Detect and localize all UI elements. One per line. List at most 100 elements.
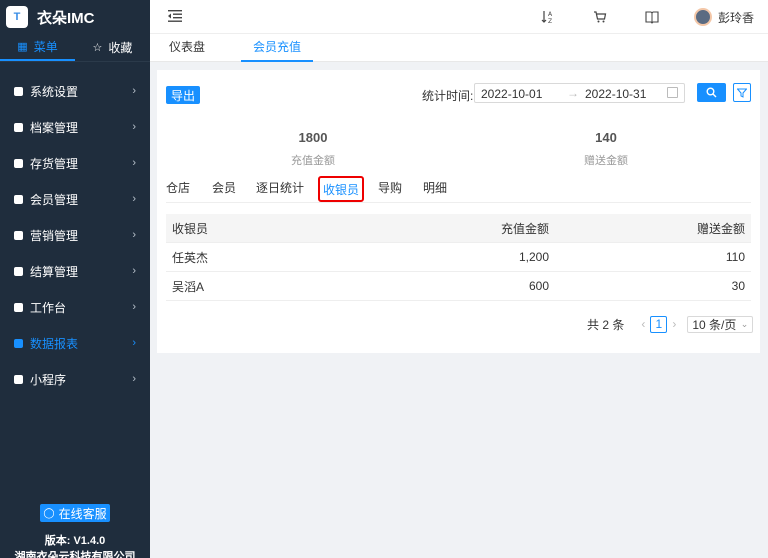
next-page-icon[interactable]: ›: [672, 317, 676, 331]
search-button[interactable]: [697, 83, 726, 102]
svg-text:A: A: [548, 11, 553, 18]
summary-recharge: 1800 充值金额: [253, 130, 373, 168]
tab-store[interactable]: 仓店: [166, 176, 190, 202]
sidebar-item-marketing[interactable]: 营销管理 ›: [0, 217, 150, 253]
main-panel: 导出 统计时间: 2022-10-01 → 2022-10-31 1800 充值…: [157, 70, 760, 353]
chevron-right-icon: ›: [132, 85, 136, 97]
sidebar-item-system-settings[interactable]: 系统设置 ›: [0, 73, 150, 109]
start-date[interactable]: 2022-10-01: [481, 87, 542, 101]
member-icon: [14, 194, 23, 204]
workbench-icon: [14, 302, 23, 312]
page-tabs: 仪表盘 会员充值: [150, 34, 768, 62]
prev-page-icon[interactable]: ‹: [641, 317, 645, 331]
user-menu[interactable]: 彭玲香: [694, 8, 754, 26]
pagination: 共 2 条 ‹ 1 › 10 条/页 ⌄: [587, 315, 754, 333]
sidebar-item-label: 数据报表: [30, 336, 79, 351]
sidebar: T 衣朵IMC ▦ 菜单 ☆ 收藏 系统设置 › 档案管理 › 存货管理 › 会员管理…: [0, 0, 150, 558]
date-range-picker[interactable]: 2022-10-01 → 2022-10-31: [474, 83, 685, 103]
sidebar-item-label: 结算管理: [30, 264, 79, 279]
search-icon: [706, 87, 717, 98]
mini-program-icon: [14, 374, 23, 384]
tab-guide[interactable]: 导购: [378, 176, 402, 202]
table-header: 收银员 充值金额 赠送金额: [166, 214, 751, 243]
tab-daily[interactable]: 逐日统计: [256, 176, 304, 202]
company-text: 湖南衣朵云科技有限公司: [14, 551, 136, 558]
app-title: 衣朵IMC: [37, 9, 95, 27]
sidebar-item-members[interactable]: 会员管理 ›: [0, 181, 150, 217]
cashier-table: 收银员 充值金额 赠送金额 任英杰 1,200 110 吴滔A 600 30: [166, 214, 751, 301]
menu-collapse-icon[interactable]: [168, 10, 182, 22]
table-cell: 任英杰: [172, 250, 209, 265]
chevron-right-icon: ›: [132, 373, 136, 385]
chevron-right-icon: ›: [132, 229, 136, 241]
sidebar-item-label: 营销管理: [30, 228, 79, 243]
table-row[interactable]: 任英杰 1,200 110: [166, 243, 751, 272]
tab-cashier[interactable]: 收银员: [318, 176, 365, 202]
sidebar-item-inventory[interactable]: 存货管理 ›: [0, 145, 150, 181]
summary-bonus: 140 赠送金额: [546, 130, 666, 168]
sidebar-menu: 系统设置 › 档案管理 › 存货管理 › 会员管理 › 营销管理 › 结算管理 › 工作台 ›…: [0, 73, 150, 397]
filter-icon: [737, 88, 747, 98]
tab-detail[interactable]: 明细: [423, 176, 447, 202]
table-cell: 1,200: [518, 250, 549, 264]
sort-az-icon[interactable]: AZ: [540, 9, 556, 25]
column-header[interactable]: 充值金额: [366, 220, 551, 237]
logo-badge-icon: T: [6, 6, 28, 28]
summary-value: 1800: [298, 130, 328, 145]
sidebar-tabs: ▦ 菜单 ☆ 收藏: [0, 34, 150, 62]
summary-label: 赠送金额: [584, 155, 628, 167]
filter-button[interactable]: [733, 83, 751, 102]
svg-text:Z: Z: [548, 18, 552, 24]
sidebar-item-workbench[interactable]: 工作台 ›: [0, 289, 150, 325]
report-icon: [14, 338, 23, 348]
sidebar-tab-menu[interactable]: ▦ 菜单: [0, 34, 75, 61]
sidebar-item-label: 系统设置: [30, 84, 79, 99]
sidebar-item-reports[interactable]: 数据报表 ›: [0, 325, 150, 361]
avatar: [694, 8, 712, 26]
sidebar-tab-favorites[interactable]: ☆ 收藏: [75, 34, 150, 61]
logo[interactable]: T 衣朵IMC: [0, 0, 150, 34]
summary-label: 充值金额: [291, 155, 335, 167]
table-row[interactable]: 吴滔A 600 30: [166, 272, 751, 301]
chevron-right-icon: ›: [132, 337, 136, 349]
table-cell: 吴滔A: [172, 279, 205, 294]
tab-member-recharge[interactable]: 会员充值: [241, 34, 313, 62]
sidebar-item-label: 工作台: [30, 300, 67, 315]
table-cell: 110: [725, 250, 745, 264]
summary-value: 140: [595, 130, 617, 145]
sidebar-item-label: 存货管理: [30, 156, 79, 171]
end-date[interactable]: 2022-10-31: [585, 87, 646, 101]
sidebar-item-settlement[interactable]: 结算管理 ›: [0, 253, 150, 289]
grid-icon: ▦: [17, 41, 28, 53]
table-cell: 30: [731, 279, 745, 293]
tab-member[interactable]: 会员: [212, 176, 236, 202]
tab-dashboard[interactable]: 仪表盘: [158, 34, 216, 62]
calendar-icon: [667, 87, 678, 98]
archive-icon: [14, 122, 23, 132]
column-header[interactable]: 收银员: [166, 220, 366, 237]
page-size-value: 10 条/页: [692, 317, 737, 332]
table-cell: 600: [528, 279, 549, 293]
cart-icon[interactable]: [592, 9, 608, 25]
star-icon: ☆: [92, 42, 103, 54]
page-number[interactable]: 1: [650, 315, 668, 333]
sidebar-item-label: 会员管理: [30, 192, 79, 207]
settings-icon: [14, 86, 23, 96]
online-service-button[interactable]: ◯ 在线客服: [40, 504, 110, 522]
chevron-right-icon: ›: [132, 121, 136, 133]
export-button[interactable]: 导出: [166, 86, 200, 104]
settlement-icon: [14, 266, 23, 276]
book-icon[interactable]: [644, 9, 660, 25]
column-header[interactable]: 赠送金额: [551, 220, 751, 237]
sidebar-item-label: 小程序: [30, 372, 67, 387]
sidebar-item-archives[interactable]: 档案管理 ›: [0, 109, 150, 145]
sidebar-tab-label: 菜单: [33, 40, 58, 54]
user-name: 彭玲香: [718, 10, 755, 25]
chat-icon: ◯: [43, 507, 55, 519]
range-arrow-icon: →: [567, 86, 579, 100]
chevron-down-icon: ⌄: [740, 318, 749, 329]
chevron-right-icon: ›: [132, 157, 136, 169]
sidebar-item-mini-program[interactable]: 小程序 ›: [0, 361, 150, 397]
page-size-select[interactable]: 10 条/页 ⌄: [687, 315, 754, 333]
chevron-right-icon: ›: [132, 301, 136, 313]
